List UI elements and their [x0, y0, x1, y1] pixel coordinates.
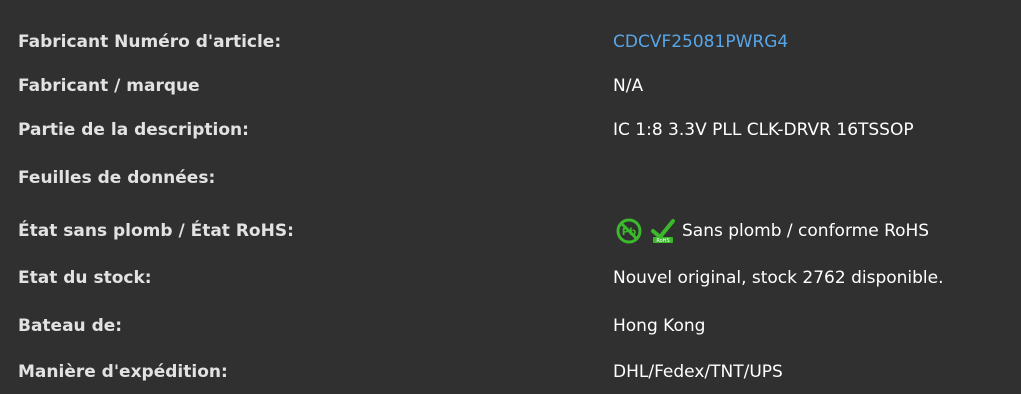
spec-label: Manière d'expédition: — [18, 362, 228, 382]
spec-row-shipping-method: Manière d'expédition: DHL/Fedex/TNT/UPS — [0, 350, 1021, 394]
rohs-status-text: Sans plomb / conforme RoHS — [682, 221, 930, 241]
spec-row-part-number: Fabricant Numéro d'article: CDCVF25081PW… — [0, 20, 1021, 64]
part-number-link[interactable]: CDCVF25081PWRG4 — [613, 20, 788, 64]
spec-row-rohs: État sans plomb / État RoHS: Pb RoHS San… — [0, 209, 1021, 253]
lead-free-icon: Pb — [616, 218, 642, 244]
product-spec-table: Fabricant Numéro d'article: CDCVF25081PW… — [0, 0, 1021, 382]
spec-label: Etat du stock: — [18, 268, 152, 288]
spec-row-brand: Fabricant / marque N/A — [0, 64, 1021, 108]
spec-label: Partie de la description: — [18, 120, 249, 140]
spec-value: DHL/Fedex/TNT/UPS — [613, 362, 783, 382]
spec-row-description: Partie de la description: IC 1:8 3.3V PL… — [0, 108, 1021, 152]
rohs-value: Pb RoHS Sans plomb / conforme RoHS — [613, 209, 929, 253]
spec-row-datasheet: Feuilles de données: — [0, 156, 1021, 200]
stock-value: Nouvel original, stock 2762 disponible. — [613, 268, 944, 288]
rohs-badge-text: RoHS — [656, 238, 669, 244]
spec-label: État sans plomb / État RoHS: — [18, 221, 294, 241]
spec-label: Bateau de: — [18, 316, 123, 336]
rohs-compliant-icon: RoHS — [651, 219, 675, 244]
spec-value: N/A — [613, 76, 644, 96]
spec-label: Feuilles de données: — [18, 168, 216, 188]
svg-text:Pb: Pb — [622, 227, 637, 238]
spec-value: IC 1:8 3.3V PLL CLK-DRVR 16TSSOP — [613, 120, 914, 140]
spec-row-stock: Etat du stock: Nouvel original, stock 27… — [0, 256, 1021, 300]
spec-label: Fabricant / marque — [18, 76, 200, 96]
spec-row-ship-from: Bateau de: Hong Kong — [0, 304, 1021, 348]
spec-value: Hong Kong — [613, 316, 706, 336]
spec-label: Fabricant Numéro d'article: — [18, 32, 282, 52]
